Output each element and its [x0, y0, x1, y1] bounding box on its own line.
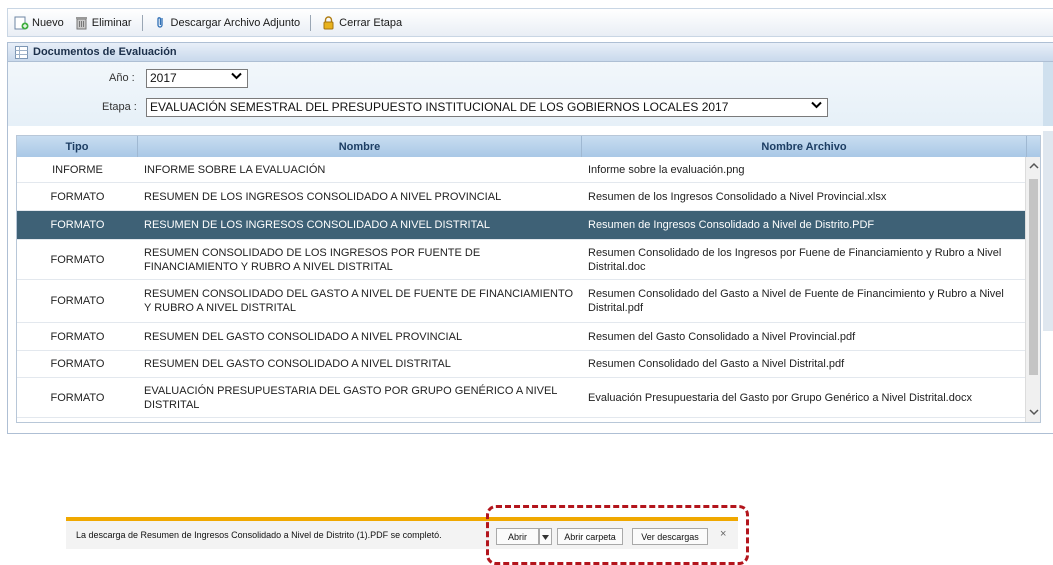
download-message: La descarga de Resumen de Ingresos Conso…: [76, 530, 442, 540]
open-button[interactable]: Abrir: [496, 528, 539, 545]
year-label: Año :: [109, 72, 135, 84]
chevron-down-icon: [231, 71, 242, 83]
open-folder-button[interactable]: Abrir carpeta: [557, 528, 623, 545]
cell-tipo: FORMATO: [50, 253, 105, 266]
cell-archivo: Resumen Consolidado del Gasto a Nivel de…: [588, 288, 1004, 314]
cell-nombre: RESUMEN DE LOS INGRESOS CONSOLIDADO A NI…: [144, 219, 490, 231]
year-select[interactable]: 2017: [146, 69, 248, 88]
table-body: INFORME INFORME SOBRE LA EVALUACIÓN Info…: [17, 157, 1027, 418]
view-downloads-button[interactable]: Ver descargas: [632, 528, 708, 545]
table-row[interactable]: FORMATO RESUMEN CONSOLIDADO DEL GASTO A …: [17, 280, 1027, 323]
close-stage-label: Cerrar Etapa: [339, 16, 403, 29]
lock-icon: [321, 15, 336, 30]
toolbar: Nuevo Eliminar Descargar Archivo Adjunto…: [7, 8, 1053, 37]
open-dropdown-button[interactable]: [539, 528, 552, 545]
scroll-down-icon[interactable]: [1026, 408, 1040, 419]
cell-nombre: RESUMEN CONSOLIDADO DE LOS INGRESOS POR …: [144, 246, 481, 273]
new-document-icon: [14, 15, 29, 30]
panel-side-strip: [1043, 131, 1053, 331]
open-button-label: Abrir: [507, 531, 527, 542]
documents-panel: Documentos de Evaluación Año : 2017 Etap…: [7, 42, 1053, 434]
stage-select-value: EVALUACIÓN SEMESTRAL DEL PRESUPUESTO INS…: [150, 100, 729, 114]
trash-icon: [74, 15, 89, 30]
cell-archivo: Resumen del Gasto Consolidado a Nivel Pr…: [588, 330, 856, 343]
toolbar-separator: [141, 14, 143, 31]
cell-archivo: Resumen Consolidado de los Ingresos por …: [588, 246, 1002, 273]
table-row[interactable]: FORMATO RESUMEN DEL GASTO CONSOLIDADO A …: [17, 323, 1027, 351]
download-notification-bar: La descarga de Resumen de Ingresos Conso…: [66, 517, 738, 549]
documents-table: Tipo Nombre Nombre Archivo INFORME INFOR…: [16, 135, 1041, 423]
cell-tipo: FORMATO: [50, 330, 105, 343]
form-side-strip: [1043, 62, 1053, 126]
cell-tipo: INFORME: [52, 163, 103, 176]
column-header-tipo[interactable]: Tipo: [17, 136, 138, 157]
paperclip-icon: [153, 15, 168, 30]
cell-nombre: EVALUACIÓN PRESUPUESTARIA DEL GASTO POR …: [144, 384, 558, 411]
panel-title: Documentos de Evaluación: [33, 46, 177, 58]
cell-archivo: Evaluación Presupuestaria del Gasto por …: [588, 391, 972, 404]
cell-nombre: INFORME SOBRE LA EVALUACIÓN: [144, 163, 326, 176]
scrollbar-thumb[interactable]: [1029, 179, 1038, 375]
delete-button-label: Eliminar: [91, 16, 132, 29]
cell-tipo: FORMATO: [50, 219, 105, 231]
year-select-value: 2017: [150, 71, 177, 85]
scroll-up-icon[interactable]: [1026, 161, 1040, 172]
download-attachment-label: Descargar Archivo Adjunto: [170, 16, 301, 29]
table-row[interactable]: INFORME INFORME SOBRE LA EVALUACIÓN Info…: [17, 157, 1027, 183]
table-row[interactable]: FORMATO RESUMEN CONSOLIDADO DE LOS INGRE…: [17, 240, 1027, 280]
cell-archivo: Resumen de los Ingresos Consolidado a Ni…: [588, 190, 887, 203]
table-row[interactable]: FORMATO RESUMEN DE LOS INGRESOS CONSOLID…: [17, 183, 1027, 211]
cell-nombre: RESUMEN DEL GASTO CONSOLIDADO A NIVEL DI…: [144, 358, 451, 370]
panel-header: Documentos de Evaluación: [8, 43, 1053, 62]
new-button-label: Nuevo: [32, 16, 64, 29]
filter-form: Año : 2017 Etapa : EVALUACIÓN SEMESTRAL …: [8, 62, 1053, 126]
cell-nombre: RESUMEN DEL GASTO CONSOLIDADO A NIVEL PR…: [144, 330, 463, 343]
cell-tipo: FORMATO: [50, 295, 105, 307]
cell-nombre: RESUMEN CONSOLIDADO DEL GASTO A NIVEL DE…: [144, 288, 574, 314]
cell-nombre: RESUMEN DE LOS INGRESOS CONSOLIDADO A NI…: [144, 190, 502, 203]
chevron-down-icon: [811, 100, 822, 112]
cell-archivo: Resumen de Ingresos Consolidado a Nivel …: [588, 219, 875, 231]
cell-archivo: Resumen Consolidado del Gasto a Nivel Di…: [588, 358, 845, 370]
table-header: Tipo Nombre Nombre Archivo: [17, 136, 1040, 157]
stage-select[interactable]: EVALUACIÓN SEMESTRAL DEL PRESUPUESTO INS…: [146, 98, 828, 117]
table-row[interactable]: FORMATO EVALUACIÓN PRESUPUESTARIA DEL GA…: [17, 378, 1027, 418]
cell-tipo: FORMATO: [50, 391, 105, 404]
delete-button[interactable]: Eliminar: [74, 15, 132, 30]
cell-archivo: Informe sobre la evaluación.png: [588, 163, 745, 176]
table-row-selected[interactable]: FORMATO RESUMEN DE LOS INGRESOS CONSOLID…: [17, 211, 1027, 240]
new-button[interactable]: Nuevo: [14, 15, 64, 30]
open-folder-label: Abrir carpeta: [564, 531, 616, 542]
column-header-nombre-archivo[interactable]: Nombre Archivo: [582, 136, 1027, 157]
column-header-nombre[interactable]: Nombre: [138, 136, 582, 157]
close-icon[interactable]: ×: [720, 528, 726, 540]
close-stage-button[interactable]: Cerrar Etapa: [321, 15, 402, 30]
grid-icon: [14, 45, 29, 60]
toolbar-separator: [310, 14, 312, 31]
stage-label: Etapa :: [102, 101, 137, 113]
caret-down-icon: [542, 532, 549, 542]
view-downloads-label: Ver descargas: [641, 531, 699, 542]
download-attachment-button[interactable]: Descargar Archivo Adjunto: [153, 15, 301, 30]
cell-tipo: FORMATO: [50, 190, 105, 203]
table-row[interactable]: FORMATO RESUMEN DEL GASTO CONSOLIDADO A …: [17, 351, 1027, 378]
cell-tipo: FORMATO: [50, 358, 105, 370]
table-scrollbar[interactable]: [1025, 157, 1040, 422]
